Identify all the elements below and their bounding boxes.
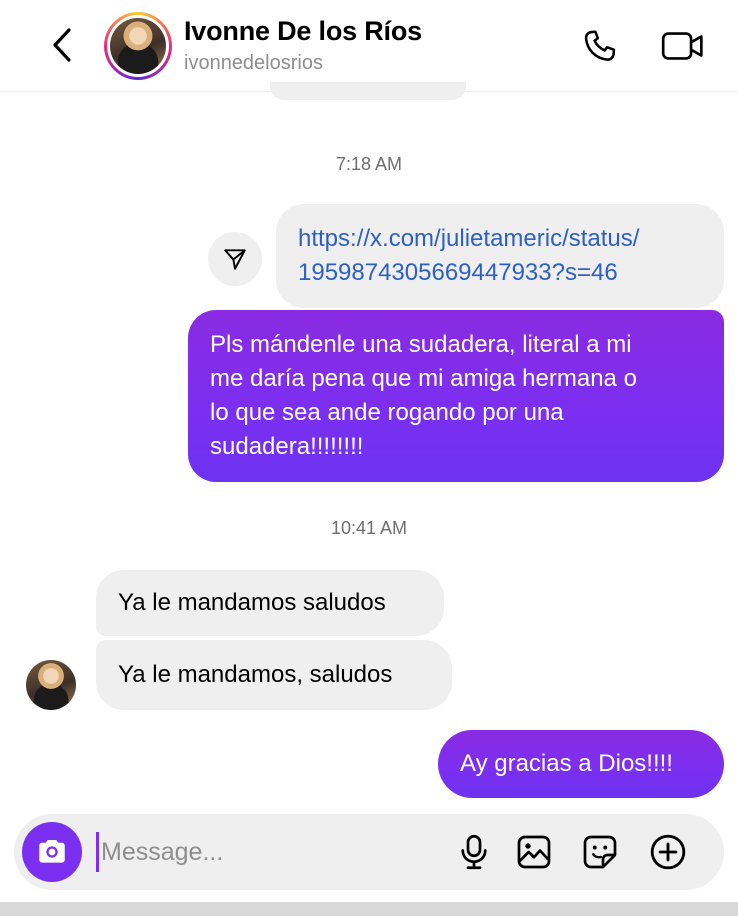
message-text: Ay gracias a Dios!!!! [460,750,673,777]
message-input[interactable] [96,832,426,872]
message-line: me daría pena que mi amiga hermana o [210,365,637,392]
contact-avatar[interactable] [104,12,172,80]
link-line[interactable]: https://x.com/julietameric/status/ [298,222,702,256]
share-button[interactable] [208,232,262,286]
sticker-icon [583,835,617,869]
timestamp: 10:41 AM [330,518,408,538]
incoming-message-bubble[interactable]: Ya le mandamos, saludos [96,640,452,710]
more-options-button[interactable] [646,830,690,874]
send-icon [224,249,246,270]
incoming-message-bubble[interactable]: Ya le mandamos saludos [96,570,444,636]
previous-message-bubble [270,82,466,100]
chat-header: Ivonne De los Ríos ivonnedelosrios [0,0,738,92]
microphone-icon [461,834,487,870]
message-text: Ya le mandamos, saludos [118,661,393,688]
message-line: Pls mándenle una sudadera, literal a mi [210,331,632,358]
sender-avatar[interactable] [26,660,76,710]
timestamp: 7:18 AM [335,154,403,174]
video-camera-icon [661,32,703,60]
contact-name[interactable]: Ivonne De los Ríos [184,16,422,47]
message-line: lo que sea ande rogando por una [210,399,564,426]
outgoing-message-bubble[interactable]: Ay gracias a Dios!!!! [438,730,724,798]
audio-call-button[interactable] [578,24,622,68]
chevron-left-icon [53,28,71,62]
message-text: Ya le mandamos saludos [118,589,386,616]
camera-button[interactable] [22,822,82,882]
message-line: sudadera!!!!!!!! [210,433,364,460]
video-call-button[interactable] [658,24,708,68]
image-icon [517,835,551,869]
contact-handle: ivonnedelosrios [184,52,323,74]
gallery-button[interactable] [512,830,556,874]
camera-icon [39,839,65,863]
link-line[interactable]: 1959874305669447933?s=46 [298,256,702,290]
sticker-button[interactable] [578,830,622,874]
voice-message-button[interactable] [452,830,496,874]
message-composer [14,814,724,890]
link-message-bubble[interactable]: https://x.com/julietameric/status/ 19598… [276,204,724,308]
back-button[interactable] [44,24,80,66]
plus-circle-icon [650,834,686,870]
phone-icon [584,30,616,61]
avatar-image [110,18,166,74]
bottom-edge [0,902,738,916]
outgoing-message-bubble[interactable]: Pls mándenle una sudadera, literal a mi … [188,310,724,482]
